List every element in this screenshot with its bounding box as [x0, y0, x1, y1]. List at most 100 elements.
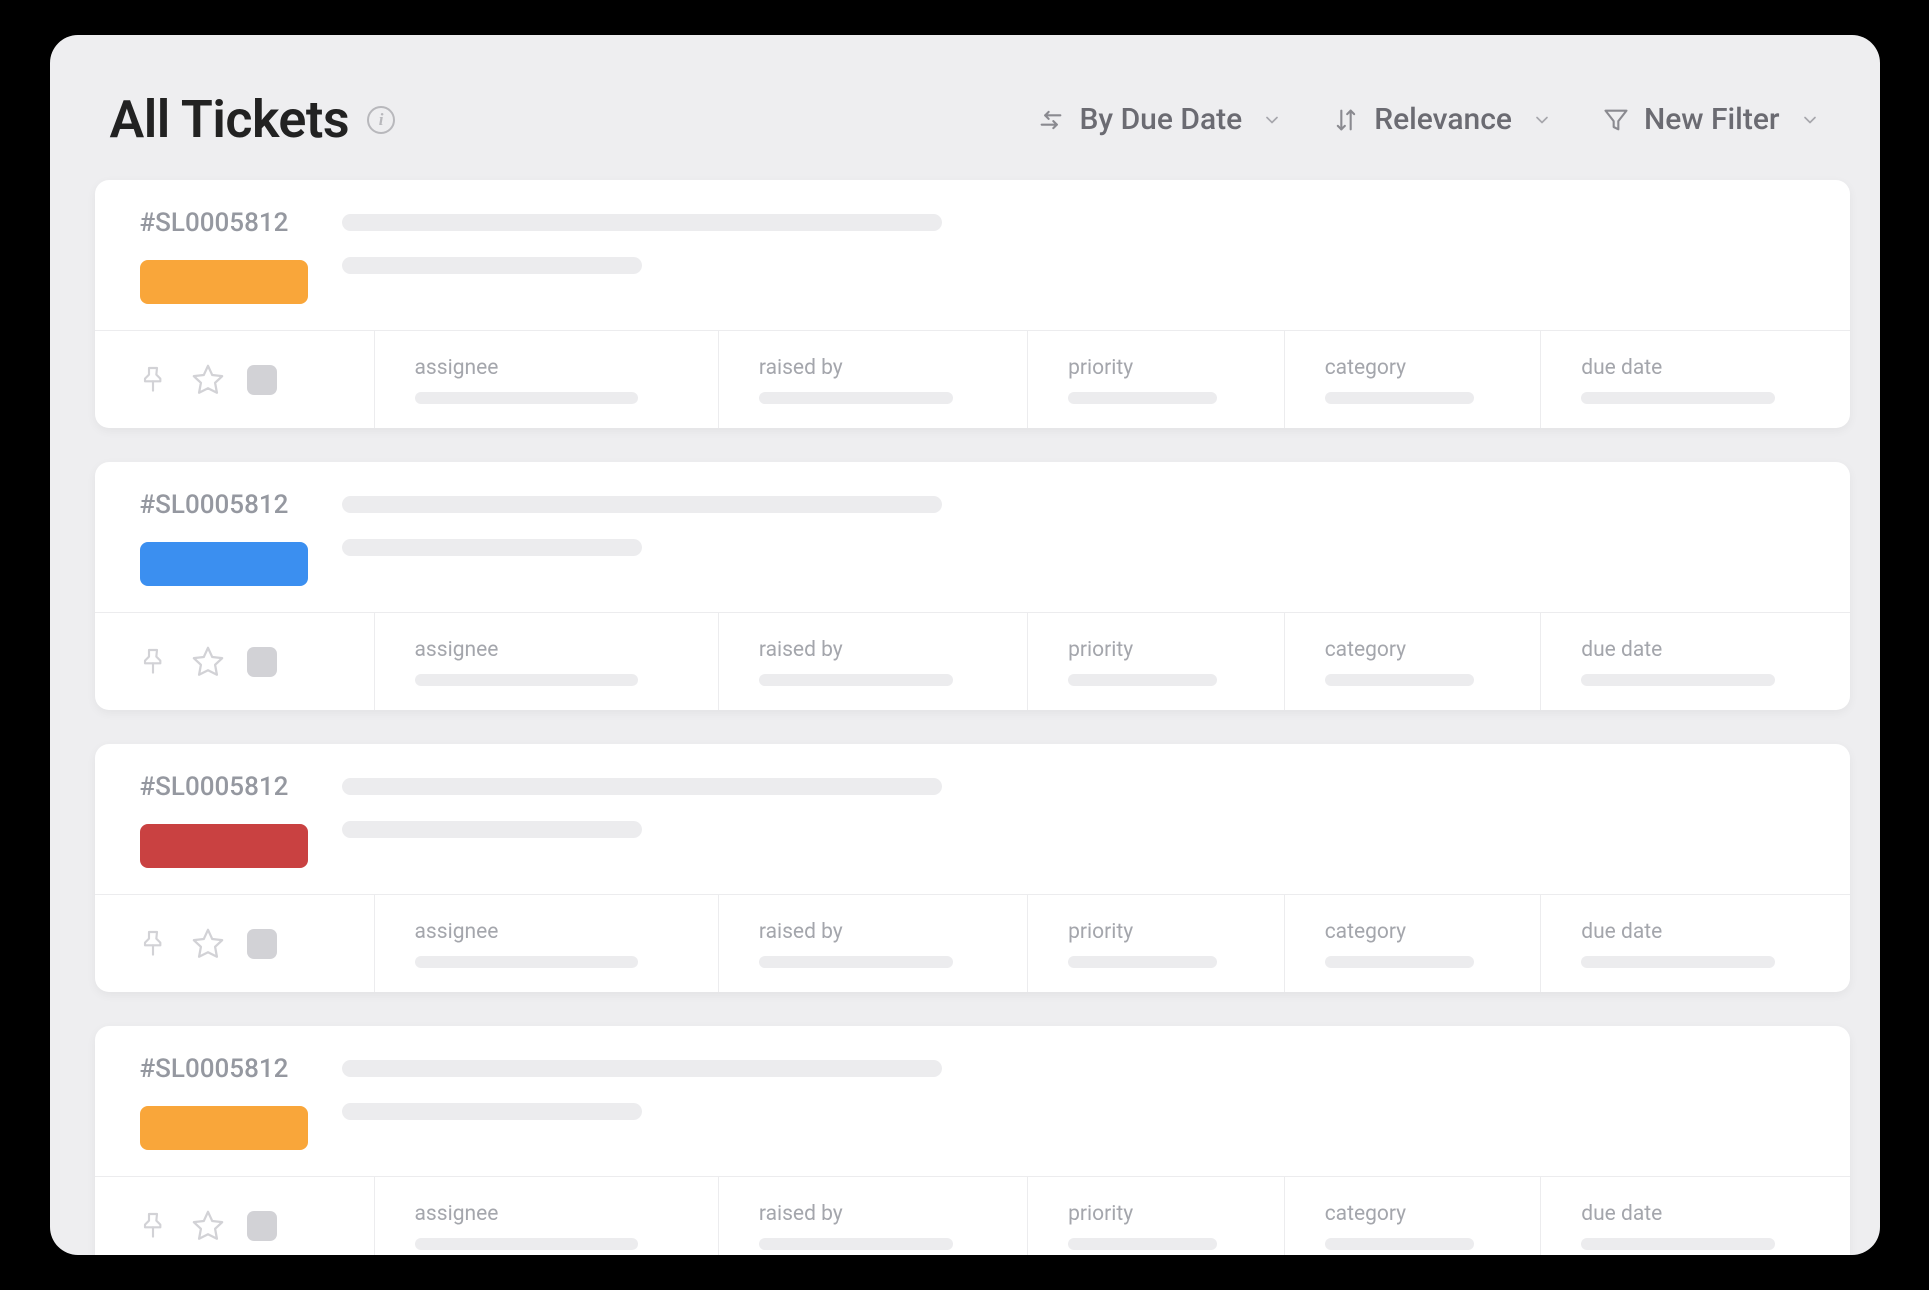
- skeleton-line: [415, 956, 639, 968]
- pin-icon[interactable]: [137, 364, 169, 396]
- ticket-card[interactable]: #SL0005812 assignee: [95, 1026, 1850, 1255]
- meta-assignee: assignee: [375, 895, 719, 992]
- star-icon[interactable]: [191, 1209, 225, 1243]
- status-pill: [140, 260, 308, 304]
- ticket-id: #SL0005812: [140, 490, 308, 520]
- pin-icon[interactable]: [137, 1210, 169, 1242]
- skeleton-line: [1581, 674, 1775, 686]
- tickets-panel: All Tickets i By Due Date: [50, 35, 1880, 1255]
- ticket-preview: [342, 772, 942, 838]
- info-icon[interactable]: i: [367, 106, 395, 134]
- skeleton-line: [415, 392, 639, 404]
- meta-label-category: category: [1325, 920, 1501, 944]
- checkbox[interactable]: [247, 647, 277, 677]
- relevance-label: Relevance: [1374, 102, 1512, 137]
- skeleton-line: [1325, 956, 1474, 968]
- skeleton-line: [342, 1103, 642, 1120]
- skeleton-line: [759, 956, 953, 968]
- ticket-card[interactable]: #SL0005812 assignee: [95, 462, 1850, 710]
- meta-label-raised-by: raised by: [759, 356, 987, 380]
- ticket-card[interactable]: #SL0005812 assignee: [95, 180, 1850, 428]
- status-pill: [140, 824, 308, 868]
- skeleton-line: [759, 1238, 953, 1250]
- skeleton-line: [1068, 674, 1217, 686]
- meta-label-priority: priority: [1068, 1202, 1244, 1226]
- skeleton-line: [1068, 1238, 1217, 1250]
- skeleton-line: [759, 392, 953, 404]
- meta-category: category: [1285, 895, 1542, 992]
- star-icon[interactable]: [191, 645, 225, 679]
- skeleton-line: [1325, 1238, 1474, 1250]
- meta-label-category: category: [1325, 1202, 1501, 1226]
- sort-by-dropdown[interactable]: By Due Date: [1037, 102, 1282, 137]
- skeleton-line: [342, 257, 642, 274]
- meta-label-category: category: [1325, 356, 1501, 380]
- meta-due-date: due date: [1541, 331, 1849, 428]
- ticket-preview: [342, 1054, 942, 1120]
- ticket-id: #SL0005812: [140, 772, 308, 802]
- filter-dropdown[interactable]: New Filter: [1602, 102, 1820, 137]
- pin-icon[interactable]: [137, 928, 169, 960]
- ticket-list: #SL0005812 assignee: [50, 180, 1880, 1255]
- sort-arrows-icon: [1332, 106, 1360, 134]
- chevron-down-icon: [1800, 110, 1820, 130]
- ticket-preview: [342, 208, 942, 274]
- relevance-dropdown[interactable]: Relevance: [1332, 102, 1552, 137]
- checkbox[interactable]: [247, 929, 277, 959]
- skeleton-line: [342, 496, 942, 513]
- meta-category: category: [1285, 1177, 1542, 1255]
- chevron-down-icon: [1262, 110, 1282, 130]
- meta-label-raised-by: raised by: [759, 1202, 987, 1226]
- meta-label-due-date: due date: [1581, 356, 1809, 380]
- ticket-card[interactable]: #SL0005812 assignee: [95, 744, 1850, 992]
- meta-category: category: [1285, 331, 1542, 428]
- skeleton-line: [415, 1238, 639, 1250]
- skeleton-line: [759, 674, 953, 686]
- meta-label-priority: priority: [1068, 638, 1244, 662]
- skeleton-line: [1581, 1238, 1775, 1250]
- ticket-id: #SL0005812: [140, 1054, 308, 1084]
- skeleton-line: [342, 821, 642, 838]
- skeleton-line: [1068, 956, 1217, 968]
- meta-label-due-date: due date: [1581, 1202, 1809, 1226]
- meta-label-assignee: assignee: [415, 920, 678, 944]
- tickets-header: All Tickets i By Due Date: [50, 35, 1880, 180]
- ticket-preview: [342, 490, 942, 556]
- meta-due-date: due date: [1541, 895, 1849, 992]
- meta-raised-by: raised by: [719, 331, 1028, 428]
- ticket-id: #SL0005812: [140, 208, 308, 238]
- skeleton-line: [415, 674, 639, 686]
- meta-label-assignee: assignee: [415, 356, 678, 380]
- meta-raised-by: raised by: [719, 613, 1028, 710]
- page-title: All Tickets: [110, 89, 350, 150]
- skeleton-line: [342, 1060, 942, 1077]
- skeleton-line: [1581, 392, 1775, 404]
- meta-assignee: assignee: [375, 613, 719, 710]
- star-icon[interactable]: [191, 363, 225, 397]
- meta-label-assignee: assignee: [415, 638, 678, 662]
- skeleton-line: [342, 539, 642, 556]
- skeleton-line: [1325, 674, 1474, 686]
- skeleton-line: [1581, 956, 1775, 968]
- checkbox[interactable]: [247, 365, 277, 395]
- meta-assignee: assignee: [375, 1177, 719, 1255]
- meta-priority: priority: [1028, 613, 1285, 710]
- meta-label-raised-by: raised by: [759, 920, 987, 944]
- meta-due-date: due date: [1541, 613, 1849, 710]
- meta-label-raised-by: raised by: [759, 638, 987, 662]
- checkbox[interactable]: [247, 1211, 277, 1241]
- skeleton-line: [1325, 392, 1474, 404]
- status-pill: [140, 542, 308, 586]
- meta-label-due-date: due date: [1581, 920, 1809, 944]
- meta-priority: priority: [1028, 1177, 1285, 1255]
- meta-label-priority: priority: [1068, 920, 1244, 944]
- pin-icon[interactable]: [137, 646, 169, 678]
- ticket-actions: [95, 895, 375, 992]
- swap-icon: [1037, 106, 1065, 134]
- star-icon[interactable]: [191, 927, 225, 961]
- meta-label-category: category: [1325, 638, 1501, 662]
- meta-category: category: [1285, 613, 1542, 710]
- meta-assignee: assignee: [375, 331, 719, 428]
- ticket-actions: [95, 613, 375, 710]
- skeleton-line: [342, 778, 942, 795]
